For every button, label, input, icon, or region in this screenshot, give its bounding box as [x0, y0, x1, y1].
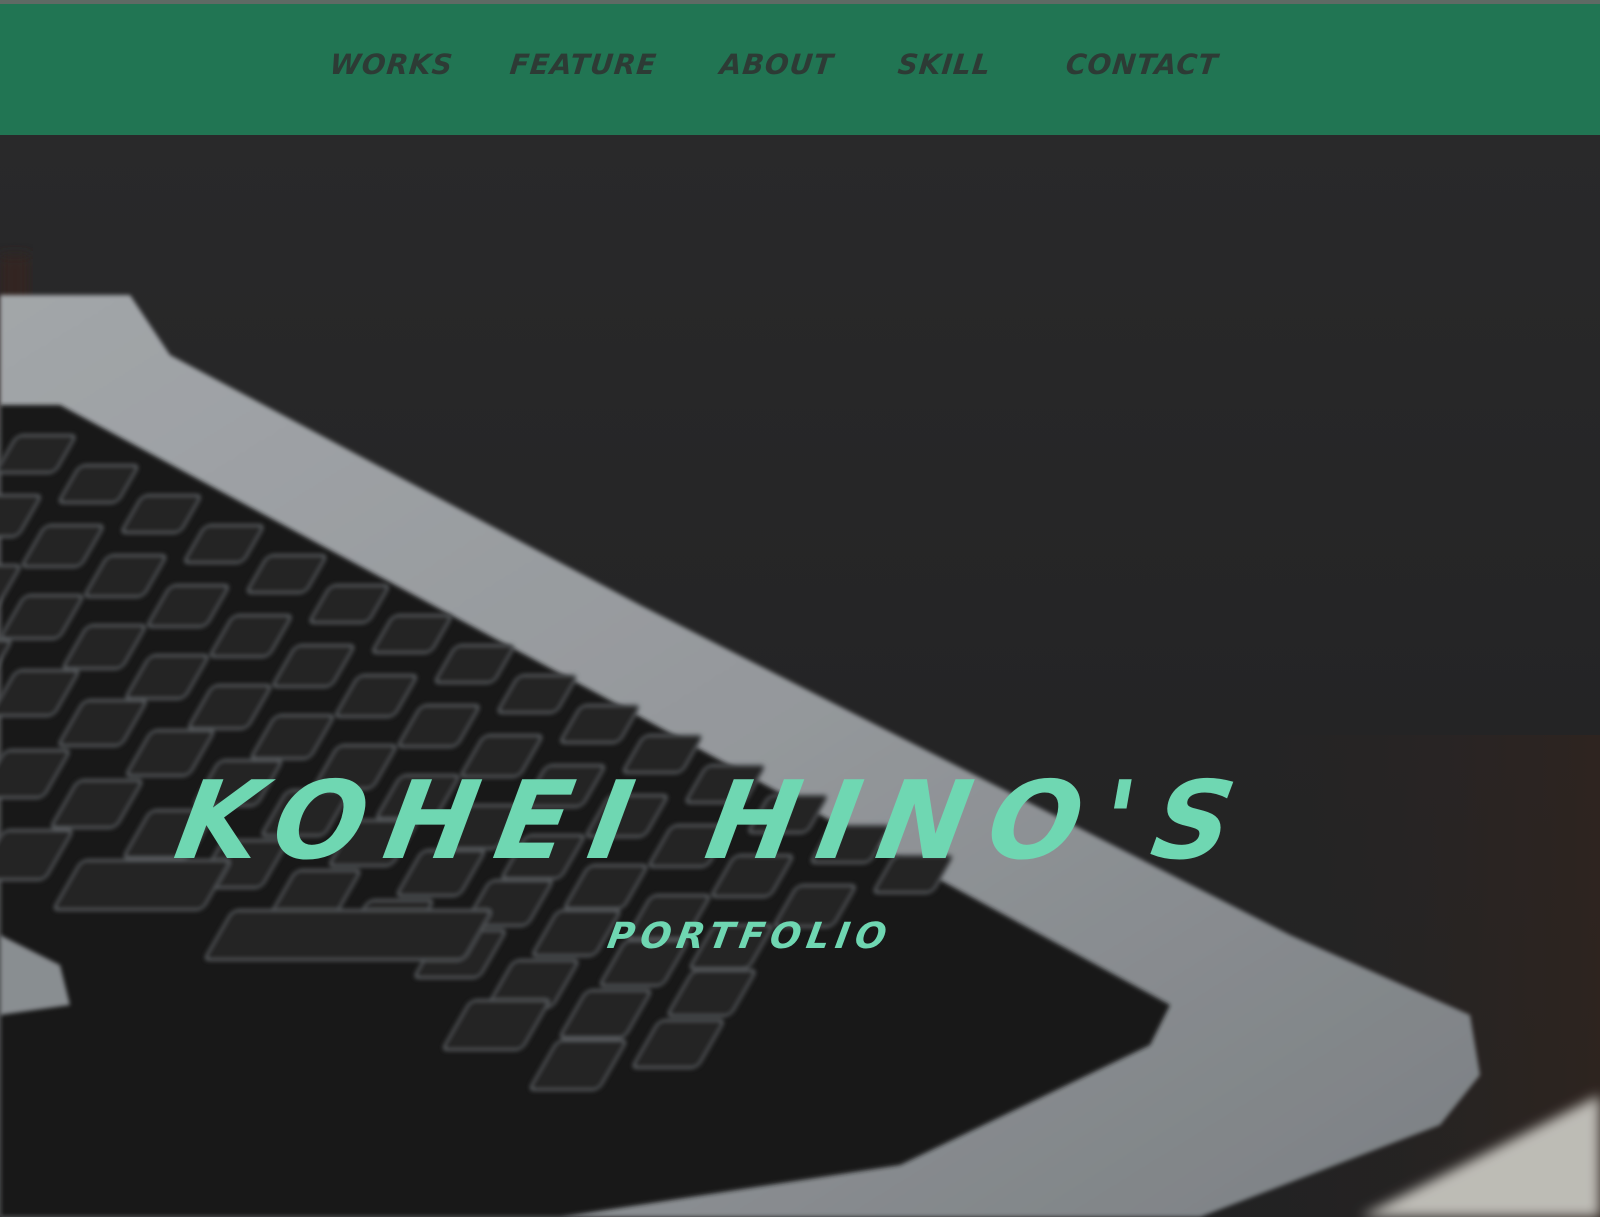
hero-title: KOHEI HINO'S — [167, 759, 1264, 884]
nav-item-skill[interactable]: SKILL — [896, 48, 992, 81]
hero-section: KOHEI HINO'S PORTFOLIO — [0, 135, 1600, 1217]
hero-subtitle: PORTFOLIO — [604, 916, 896, 957]
nav-item-feature[interactable]: FEATURE — [508, 48, 658, 81]
nav-item-about[interactable]: ABOUT — [718, 48, 835, 81]
hero-background-image — [0, 135, 1600, 1217]
page: WORKS FEATURE ABOUT SKILL CONTACT KOHEI … — [0, 0, 1600, 1217]
nav-item-contact[interactable]: CONTACT — [1064, 48, 1220, 81]
top-navigation: WORKS FEATURE ABOUT SKILL CONTACT — [0, 4, 1600, 135]
nav-item-works[interactable]: WORKS — [328, 48, 455, 81]
